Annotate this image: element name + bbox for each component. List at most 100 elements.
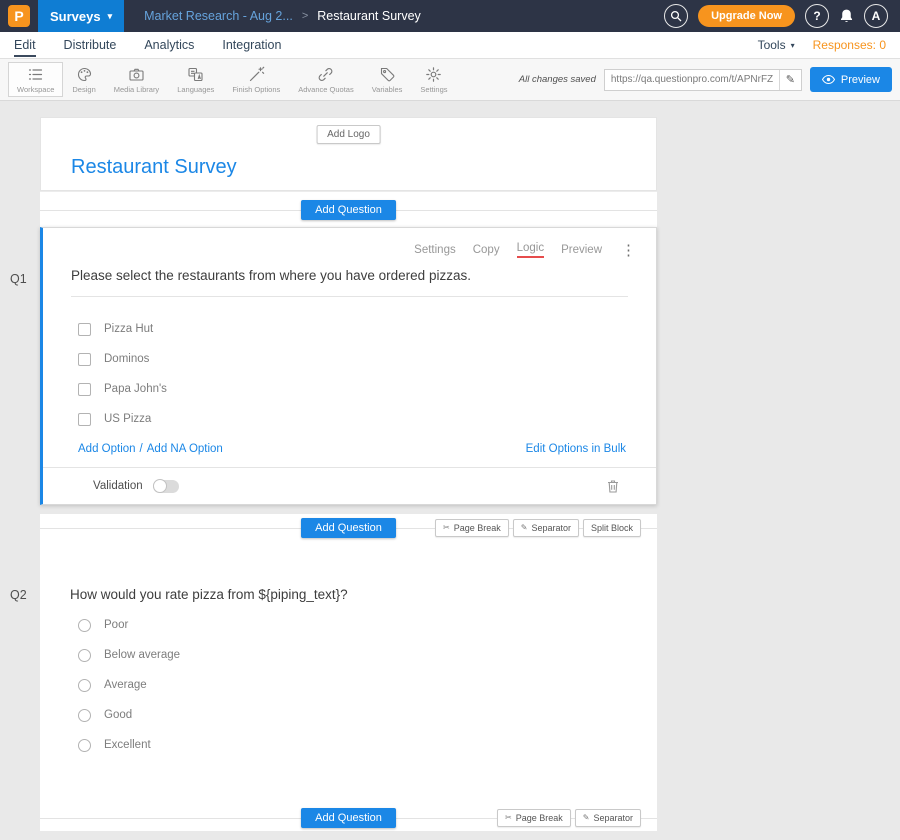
q2-option-radio[interactable] [78, 679, 91, 692]
separator-button[interactable]: ✎ Separator [513, 519, 579, 537]
q1-more-menu-icon[interactable]: ⋮ [621, 241, 636, 259]
surveys-dropdown[interactable]: Surveys ▾ [38, 0, 124, 32]
add-na-option-link[interactable]: Add NA Option [147, 443, 223, 455]
add-option-link[interactable]: Add Option [78, 443, 136, 455]
edit-url-button[interactable]: ✎ [779, 70, 801, 90]
question-card-q2[interactable]: How would you rate pizza from ${piping_t… [40, 541, 657, 804]
page-break-button[interactable]: ✂ Page Break [497, 809, 571, 827]
toolbar-item-design[interactable]: Design [63, 62, 104, 97]
avatar[interactable]: A [864, 4, 888, 28]
help-button[interactable]: ? [805, 4, 829, 28]
topbar: P Surveys ▾ Market Research - Aug 2... >… [0, 0, 900, 32]
q1-option-checkbox[interactable] [78, 413, 91, 426]
add-question-button[interactable]: Add Question [301, 200, 396, 220]
page-break-label: Page Break [454, 523, 501, 533]
magic-wand-icon [248, 66, 265, 83]
tab-distribute[interactable]: Distribute [64, 38, 117, 52]
separator-label: Separator [593, 813, 633, 823]
survey-url-input[interactable] [605, 70, 779, 90]
q2-option-label[interactable]: Good [104, 709, 132, 721]
tab-edit[interactable]: Edit [14, 38, 36, 52]
q2-option-label[interactable]: Average [104, 679, 147, 691]
q2-option-radio[interactable] [78, 709, 91, 722]
tab-analytics[interactable]: Analytics [144, 38, 194, 52]
bell-icon [839, 8, 854, 24]
tools-label: Tools [758, 38, 786, 52]
toolbar-item-media-library[interactable]: Media Library [105, 62, 168, 97]
toolbar-item-label: Workspace [17, 85, 54, 94]
add-logo-button[interactable]: Add Logo [316, 125, 381, 144]
q1-option-label[interactable]: Pizza Hut [104, 323, 153, 335]
q2-option-label[interactable]: Excellent [104, 739, 151, 751]
add-question-row-bottom: Add Question ✂ Page Break ✎ Separator [40, 804, 657, 831]
survey-title[interactable]: Restaurant Survey [71, 156, 237, 179]
q1-preview-link[interactable]: Preview [561, 244, 602, 256]
toolbar-item-workspace[interactable]: Workspace [8, 62, 63, 97]
tools-dropdown[interactable]: Tools ▾ [758, 38, 795, 52]
question-card-q1[interactable]: Settings Copy Logic Preview ⋮ Please sel… [40, 227, 657, 505]
survey-url-box: ✎ [604, 69, 802, 91]
toolbar-item-variables[interactable]: Variables [363, 62, 412, 97]
q2-options-list: Poor Below average Average Good Excellen… [78, 610, 657, 760]
tag-icon [379, 66, 396, 83]
camera-icon [128, 66, 145, 83]
q1-question-text[interactable]: Please select the restaurants from where… [71, 268, 628, 297]
q2-option-radio[interactable] [78, 649, 91, 662]
block-action-buttons: ✂ Page Break ✎ Separator Split Block [435, 519, 641, 537]
q2-option-label[interactable]: Below average [104, 649, 180, 661]
nav-tabs: Edit Distribute Analytics Integration [14, 38, 281, 52]
q2-option-label[interactable]: Poor [104, 619, 128, 631]
toolbar-item-languages[interactable]: Languages [168, 62, 223, 97]
edit-options-in-bulk-link[interactable]: Edit Options in Bulk [526, 443, 626, 455]
q2-option-radio[interactable] [78, 739, 91, 752]
q1-copy-link[interactable]: Copy [473, 244, 500, 256]
q1-settings-link[interactable]: Settings [414, 244, 456, 256]
q1-option-checkbox[interactable] [78, 323, 91, 336]
option-link-separator: / [140, 443, 143, 455]
search-icon [670, 10, 682, 22]
q1-logic-link[interactable]: Logic [517, 242, 545, 258]
toolbar-item-finish-options[interactable]: Finish Options [223, 62, 289, 97]
add-question-button[interactable]: Add Question [301, 518, 396, 538]
upgrade-now-button[interactable]: Upgrade Now [698, 5, 795, 27]
tab-integration[interactable]: Integration [222, 38, 281, 52]
block-action-buttons: ✂ Page Break ✎ Separator [497, 809, 641, 827]
q1-option-row: US Pizza [78, 404, 656, 434]
q1-option-label[interactable]: US Pizza [104, 413, 151, 425]
toolbar-item-label: Settings [420, 85, 447, 94]
page-break-button[interactable]: ✂ Page Break [435, 519, 509, 537]
q1-option-label[interactable]: Papa John's [104, 383, 167, 395]
q1-option-label[interactable]: Dominos [104, 353, 149, 365]
survey-content-column: Add Logo Restaurant Survey Add Question … [40, 117, 657, 831]
delete-question-icon[interactable] [607, 479, 619, 493]
languages-icon [187, 66, 204, 83]
link-icon [317, 66, 334, 83]
validation-label: Validation [93, 480, 143, 492]
separator-icon: ✎ [583, 813, 590, 822]
main-nav: Edit Distribute Analytics Integration To… [0, 32, 900, 59]
q1-gutter-label: Q1 [10, 272, 27, 286]
tab-edit-label: Edit [14, 38, 36, 57]
notifications-button[interactable] [839, 8, 854, 24]
q2-question-text[interactable]: How would you rate pizza from ${piping_t… [70, 587, 629, 602]
q1-option-links: Add Option / Add NA Option Edit Options … [78, 443, 626, 455]
q1-option-checkbox[interactable] [78, 353, 91, 366]
toolbar-item-advance-quotas[interactable]: Advance Quotas [289, 62, 362, 97]
responses-count[interactable]: Responses: 0 [813, 38, 886, 52]
q2-option-radio[interactable] [78, 619, 91, 632]
page-break-icon: ✂ [443, 523, 450, 532]
separator-button[interactable]: ✎ Separator [575, 809, 641, 827]
topbar-right-cluster: Upgrade Now ? A [664, 4, 888, 28]
search-button[interactable] [664, 4, 688, 28]
q2-option-row: Excellent [78, 730, 657, 760]
split-block-button[interactable]: Split Block [583, 519, 641, 537]
breadcrumb-parent-link[interactable]: Market Research - Aug 2... [144, 9, 293, 23]
validation-toggle[interactable] [153, 480, 179, 493]
toolbar-item-settings[interactable]: Settings [411, 62, 456, 97]
q2-option-row: Average [78, 670, 657, 700]
q1-option-checkbox[interactable] [78, 383, 91, 396]
questionpro-logo[interactable]: P [8, 5, 30, 27]
preview-button[interactable]: Preview [810, 67, 892, 92]
toolbar-right-cluster: All changes saved ✎ Preview [519, 67, 892, 92]
add-question-button[interactable]: Add Question [301, 808, 396, 828]
